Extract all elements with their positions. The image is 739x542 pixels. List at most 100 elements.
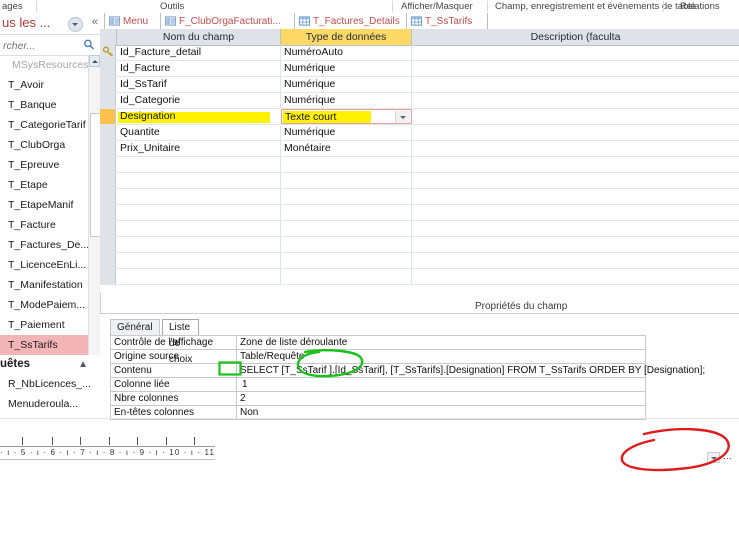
nav-item-t-categorietarif[interactable]: T_CategorieTarif [0, 115, 100, 135]
field-name-cell[interactable]: Id_Categorie [120, 93, 180, 108]
scroll-up-button[interactable] [89, 55, 100, 67]
design-grid-rows: Id_Facture_detail NuméroAuto Id_Facture … [100, 45, 739, 292]
column-divider [280, 141, 281, 156]
field-name-cell[interactable]: Id_Facture_detail [120, 45, 201, 60]
column-header-description[interactable]: Description (faculta [411, 29, 739, 45]
search-icon[interactable] [83, 38, 95, 51]
nav-item-r-nblicences[interactable]: R_NbLicences_... [0, 374, 100, 394]
column-divider [411, 173, 412, 188]
field-name-cell[interactable]: Quantite [120, 125, 160, 140]
data-type-cell[interactable]: Numérique [284, 125, 335, 140]
nav-item-t-factures-de[interactable]: T_Factures_De... [0, 235, 100, 255]
tab-t-sstarifs[interactable]: T_SsTarifs [406, 13, 488, 29]
nav-item-t-paiement[interactable]: T_Paiement [0, 315, 100, 335]
row-selector[interactable] [100, 45, 116, 60]
column-divider [411, 221, 412, 236]
row-selector[interactable] [100, 221, 116, 236]
row-selector[interactable] [100, 125, 116, 140]
column-header-data-type[interactable]: Type de données [280, 29, 411, 45]
data-type-cell[interactable]: Numérique [284, 93, 335, 108]
property-value[interactable]: 2 [236, 391, 646, 406]
nav-item-t-avoir[interactable]: T_Avoir [0, 75, 100, 95]
table-row-empty[interactable] [100, 221, 739, 237]
row-selector[interactable] [100, 205, 116, 220]
table-icon [411, 16, 422, 26]
table-row-empty[interactable] [100, 237, 739, 253]
property-value[interactable]: Zone de liste déroulante [236, 335, 646, 350]
table-row-empty[interactable] [100, 173, 739, 189]
field-name-cell[interactable]: Id_Facture [120, 61, 170, 76]
nav-item-t-manifestation[interactable]: T_Manifestation [0, 275, 100, 295]
chevron-down-icon[interactable] [707, 452, 720, 463]
data-type-cell[interactable]: Numérique [284, 77, 335, 92]
chevron-down-circle-icon[interactable] [68, 17, 83, 32]
table-row[interactable]: Prix_Unitaire Monétaire [100, 141, 739, 157]
ribbon-group-champ: Champ, enregistrement et événements de t… [495, 1, 696, 12]
table-row[interactable]: Id_Facture Numérique [100, 61, 739, 77]
data-type-cell[interactable]: NuméroAuto [284, 45, 343, 60]
table-row[interactable]: Id_SsTarif Numérique [100, 77, 739, 93]
tab-label: F_ClubOrgaFacturati... [179, 15, 281, 27]
field-name-cell[interactable]: Id_SsTarif [120, 77, 167, 92]
row-selector[interactable] [100, 141, 116, 156]
row-selector[interactable] [100, 237, 116, 252]
table-row[interactable]: Quantite Numérique [100, 125, 739, 141]
column-divider [280, 93, 281, 108]
data-type-cell[interactable]: Monétaire [284, 141, 331, 156]
data-type-combobox[interactable]: Texte court [281, 109, 412, 124]
table-row[interactable]: Id_Categorie Numérique [100, 93, 739, 109]
nav-item-t-facture[interactable]: T_Facture [0, 215, 100, 235]
ribbon-group-relations: Relations [680, 1, 720, 12]
column-divider [411, 157, 412, 172]
property-row[interactable]: Nbre colonnes 2 [110, 391, 646, 406]
field-name-cell[interactable]: Designation [120, 109, 175, 124]
data-type-cell[interactable]: Numérique [284, 61, 335, 76]
table-row-empty[interactable] [100, 205, 739, 221]
search-input[interactable] [1, 37, 81, 54]
tab-f-cluborgafacturati[interactable]: F_ClubOrgaFacturati... [160, 13, 300, 29]
nav-item-t-etape[interactable]: T_Etape [0, 175, 100, 195]
nav-group-requetes[interactable]: uêtes ▲ [0, 355, 100, 374]
table-row-empty[interactable] [100, 253, 739, 269]
nav-item-t-epreuve[interactable]: T_Epreuve [0, 155, 100, 175]
nav-item-t-licenceenli[interactable]: T_LicenceEnLi... [0, 255, 100, 275]
tab-menu[interactable]: Menu [104, 13, 166, 29]
tab-general[interactable]: Général [110, 319, 160, 335]
tab-t-factures-details[interactable]: T_Factures_Details [294, 13, 412, 29]
table-row-empty[interactable] [100, 157, 739, 173]
table-row-designation[interactable]: Designation Texte court [100, 109, 739, 125]
row-selector[interactable] [100, 157, 116, 172]
nav-item-t-sstarifs[interactable]: T_SsTarifs [0, 335, 100, 355]
field-name-cell[interactable]: Prix_Unitaire [120, 141, 180, 156]
property-value[interactable]: Table/Requête [236, 349, 646, 364]
tab-liste-de-choix[interactable]: Liste de choix [162, 319, 200, 365]
nav-item-t-banque[interactable]: T_Banque [0, 95, 100, 115]
chevron-down-icon[interactable] [395, 111, 410, 123]
row-selector[interactable] [100, 93, 116, 108]
row-selector[interactable] [100, 173, 116, 188]
row-selector[interactable] [100, 189, 116, 204]
property-row[interactable]: Contrôle de l'affichage Zone de liste dé… [110, 335, 646, 350]
row-selector[interactable] [100, 61, 116, 76]
builder-ellipsis-button[interactable]: … [723, 451, 732, 461]
row-selector[interactable] [100, 253, 116, 268]
table-row[interactable]: Id_Facture_detail NuméroAuto [100, 45, 739, 61]
table-row-empty[interactable] [100, 189, 739, 205]
nav-item-mssysresources[interactable]: MSysResources [0, 55, 100, 75]
navigation-scrollbar[interactable] [88, 55, 100, 355]
nav-item-t-modepaiem[interactable]: T_ModePaiem... [0, 295, 100, 315]
property-row-colonne-liee[interactable]: Colonne liée 1 [110, 377, 646, 392]
row-selector-active[interactable] [100, 109, 116, 124]
column-header-field-name[interactable]: Nom du champ [116, 29, 280, 45]
table-row-empty[interactable] [100, 269, 739, 285]
row-selector[interactable] [100, 77, 116, 92]
property-row-contenu[interactable]: Contenu SELECT [T_SsTarif ].[Id_SsTarif]… [110, 363, 705, 378]
nav-item-t-etapemanif[interactable]: T_EtapeManif [0, 195, 100, 215]
property-row[interactable]: Origine source Table/Requête [110, 349, 646, 364]
chevron-up-icon[interactable]: ▲ [78, 355, 88, 374]
property-value-sql[interactable]: SELECT [T_SsTarif ].[Id_SsTarif], [T_SsT… [236, 363, 705, 378]
row-selector[interactable] [100, 269, 116, 284]
double-chevron-left-icon[interactable]: « [92, 16, 98, 28]
nav-item-menuderoula[interactable]: Menuderoula... [0, 394, 100, 414]
nav-item-t-cluborga[interactable]: T_ClubOrga [0, 135, 100, 155]
